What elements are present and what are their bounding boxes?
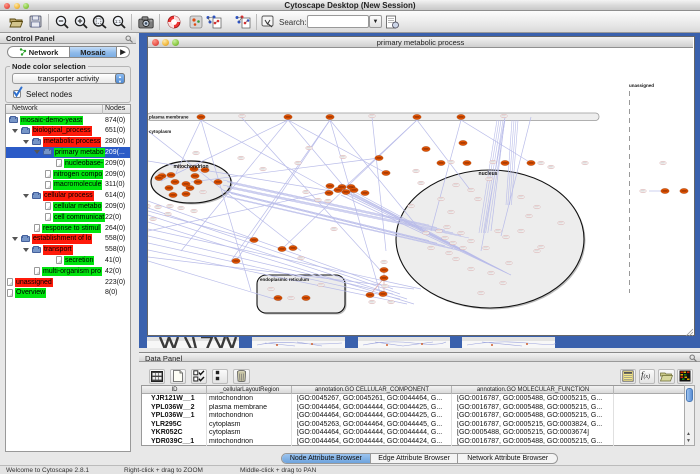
svg-text:unassigned: unassigned [629, 83, 654, 88]
svg-text:endoplasmic reticulum: endoplasmic reticulum [260, 277, 309, 282]
svg-text:nucleus: nucleus [479, 171, 498, 177]
svg-text:cytoplasm: cytoplasm [149, 129, 171, 134]
svg-text:mitochondrion: mitochondrion [174, 164, 209, 170]
svg-text:1:1: 1:1 [115, 19, 122, 24]
svg-text:plasma membrane: plasma membrane [149, 115, 189, 120]
